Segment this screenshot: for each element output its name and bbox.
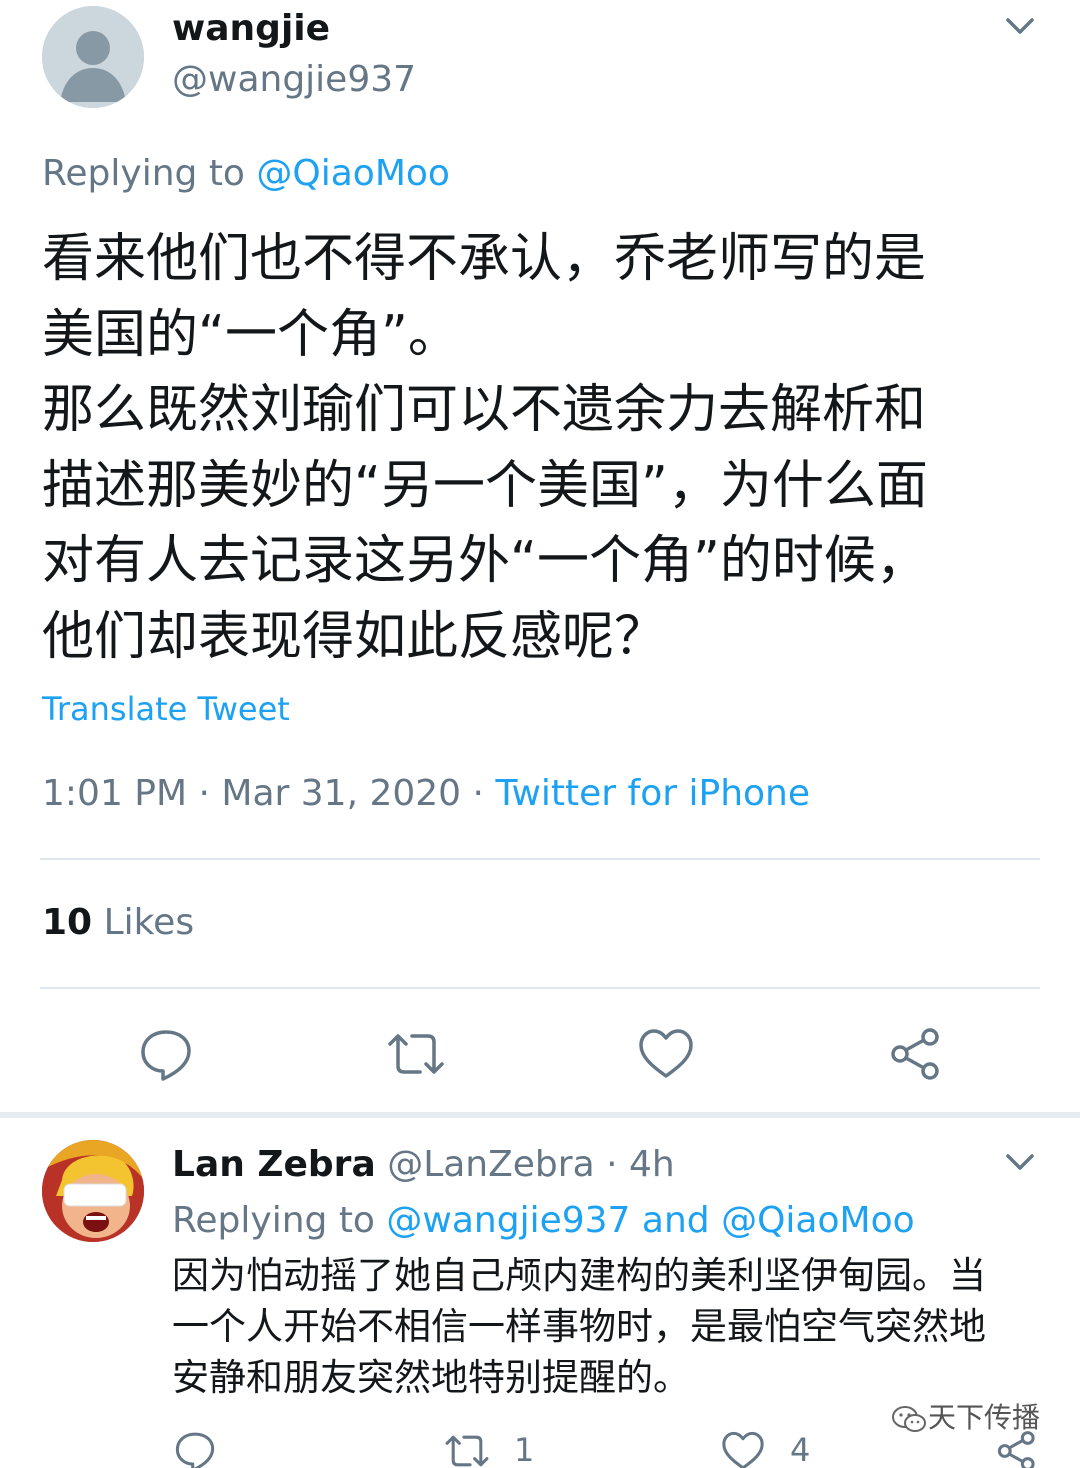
reply-time[interactable]: 4h xyxy=(629,1144,675,1185)
reply-replying-to: Replying to @wangjie937 and @QiaoMoo xyxy=(172,1196,915,1246)
main-tweet: wangjie @wangjie937 Replying to @QiaoMoo… xyxy=(0,0,1080,1116)
likes-stat[interactable]: 10 Likes xyxy=(42,900,194,946)
tweet-client-link[interactable]: Twitter for iPhone xyxy=(495,773,810,814)
section-separator xyxy=(0,1112,1080,1118)
chevron-down-icon xyxy=(1006,1154,1034,1170)
replying-to-label: Replying to xyxy=(42,153,257,194)
tweet-text-line: 那么既然刘瑜们可以不遗余力去解析和 xyxy=(42,380,927,440)
heart-icon xyxy=(722,1431,764,1468)
cartoon-avatar-icon xyxy=(42,1140,144,1242)
replying-to-link[interactable]: @QiaoMoo xyxy=(256,153,450,194)
tweet-date[interactable]: Mar 31, 2020 xyxy=(221,773,461,814)
meta-separator: · xyxy=(461,773,496,814)
divider xyxy=(40,987,1040,989)
reply-text-line: 因为怕动摇了她自己颅内建构的美利坚伊甸园。当 xyxy=(172,1254,986,1297)
reply-icon xyxy=(141,1030,191,1081)
replying-to-label: Replying to xyxy=(172,1200,387,1241)
reply-icon xyxy=(175,1432,215,1468)
avatar[interactable] xyxy=(42,6,144,108)
watermark: 天下传播 xyxy=(890,1400,1040,1436)
replying-and: and xyxy=(641,1200,710,1241)
wechat-icon xyxy=(890,1404,928,1434)
retweet-count: 1 xyxy=(514,1431,535,1468)
default-avatar-icon xyxy=(42,6,144,108)
reply-text: 因为怕动摇了她自己颅内建构的美利坚伊甸园。当 一个人开始不相信一样事物时，是最怕… xyxy=(172,1250,1052,1403)
author-handle[interactable]: @wangjie937 xyxy=(172,58,416,102)
tweet-text: 看来他们也不得不承认，乔老师写的是 美国的“一个角”。 那么既然刘瑜们可以不遗余… xyxy=(42,222,1042,675)
replying-to-link[interactable]: @wangjie937 xyxy=(386,1200,630,1241)
likes-count: 10 xyxy=(42,902,93,943)
retweet-button[interactable] xyxy=(386,1024,446,1084)
reply-author-handle[interactable]: @LanZebra xyxy=(387,1144,594,1185)
replying-to-link[interactable]: @QiaoMoo xyxy=(721,1200,915,1241)
reply-button[interactable] xyxy=(136,1024,196,1084)
replying-to: Replying to @QiaoMoo xyxy=(42,150,450,198)
reply-header: Lan Zebra @LanZebra · 4h xyxy=(172,1144,675,1185)
tweet-time[interactable]: 1:01 PM xyxy=(42,773,187,814)
translate-tweet-link[interactable]: Translate Tweet xyxy=(42,688,290,730)
reply-text-line: 一个人开始不相信一样事物时，是最怕空气突然地 xyxy=(172,1305,986,1348)
reply-retweet-button[interactable]: 1 xyxy=(444,1428,534,1468)
reply-text-line: 安静和朋友突然地特别提醒的。 xyxy=(172,1356,690,1399)
heart-icon xyxy=(639,1029,693,1078)
tweet-text-line: 描述那美妙的“另一个美国”，为什么面 xyxy=(42,455,928,516)
tweet-text-line: 美国的“一个角”。 xyxy=(42,304,460,365)
reply-reply-button[interactable] xyxy=(172,1428,218,1468)
author-name[interactable]: wangjie xyxy=(172,6,330,52)
retweet-icon xyxy=(388,1034,444,1074)
tweet-options-button[interactable] xyxy=(1000,10,1040,46)
reply-avatar[interactable] xyxy=(42,1140,144,1242)
retweet-icon xyxy=(445,1435,489,1467)
tweet-text-line: 对有人去记录这另外“一个角”的时候， xyxy=(42,531,928,591)
reply-author-name[interactable]: Lan Zebra xyxy=(172,1144,376,1185)
tweet-text-line: 他们却表现得如此反感呢？ xyxy=(42,606,667,667)
likes-label: Likes xyxy=(103,902,195,943)
chevron-down-icon xyxy=(1006,18,1034,34)
reply-options-button[interactable] xyxy=(1000,1146,1040,1182)
like-count: 4 xyxy=(790,1431,811,1468)
reply-like-button[interactable]: 4 xyxy=(720,1428,810,1468)
share-icon xyxy=(891,1028,939,1080)
divider xyxy=(40,858,1040,860)
tweet-text-line: 看来他们也不得不承认，乔老师写的是 xyxy=(42,229,927,289)
like-button[interactable] xyxy=(636,1024,696,1084)
share-button[interactable] xyxy=(886,1024,946,1084)
meta-separator: · xyxy=(187,773,222,814)
tweet-detail-page: wangjie @wangjie937 Replying to @QiaoMoo… xyxy=(0,0,1080,1468)
watermark-text: 天下传播 xyxy=(928,1401,1041,1434)
tweet-meta: 1:01 PM · Mar 31, 2020 · Twitter for iPh… xyxy=(42,770,810,818)
